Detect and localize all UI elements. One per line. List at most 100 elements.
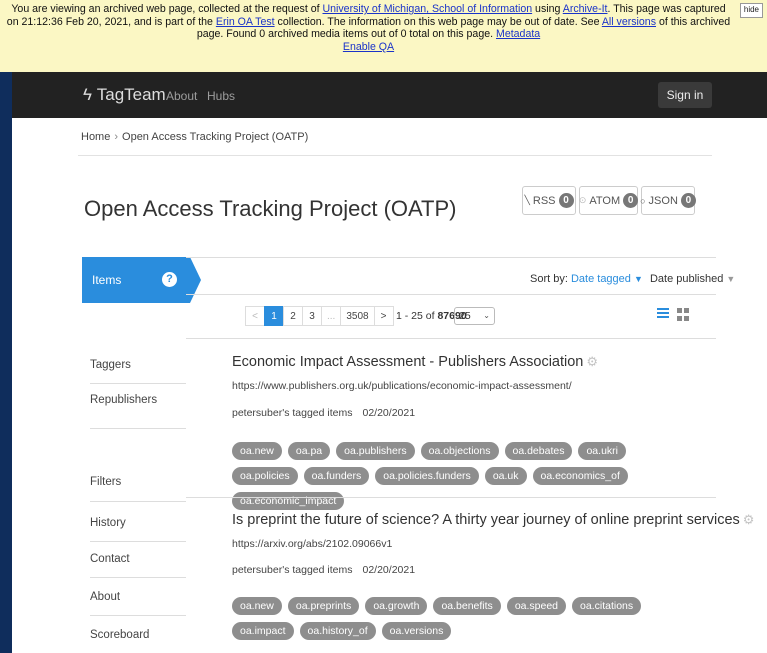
metadata-link[interactable]: Metadata	[496, 28, 540, 40]
enable-qa-link[interactable]: Enable QA	[343, 41, 394, 53]
navbar: ϟ TagTeam About Hubs Sign in	[12, 72, 767, 118]
archive-it-link[interactable]: Archive-It	[563, 3, 608, 15]
sidebar-item-contact[interactable]: Contact	[90, 553, 130, 565]
tag[interactable]: oa.growth	[365, 597, 428, 615]
tag[interactable]: oa.economic_impact	[232, 492, 345, 510]
item-meta: petersuber's tagged items 02/20/2021	[232, 407, 415, 419]
hide-button[interactable]: hide	[739, 3, 763, 18]
item-url[interactable]: https://www.publishers.org.uk/publicatio…	[232, 380, 572, 392]
banner-text-1: You are viewing an archived web page, co…	[11, 3, 323, 15]
pagination-prev[interactable]: <	[245, 306, 265, 326]
gear-icon[interactable]: ⚙	[586, 354, 598, 369]
bolt-icon: ϟ	[83, 85, 92, 104]
tag[interactable]: oa.versions	[381, 622, 452, 640]
breadcrumb-home[interactable]: Home	[81, 131, 110, 143]
grid-view-icon[interactable]	[677, 308, 690, 321]
pagination-next[interactable]: >	[373, 306, 394, 326]
item-divider	[186, 497, 716, 498]
tag[interactable]: oa.pa	[287, 442, 331, 460]
result-range: 1 - 25	[396, 310, 423, 322]
rss-button[interactable]: ╲ RSS 0	[522, 186, 576, 215]
sort-divider	[186, 294, 716, 295]
list-view-icon[interactable]	[657, 308, 669, 322]
page-title: Open Access Tracking Project (OATP)	[84, 196, 457, 221]
sort-label: Sort by:	[530, 273, 568, 285]
rss-label: RSS	[532, 194, 556, 207]
sidebar-divider	[90, 428, 186, 429]
atom-label: ATOM	[589, 194, 621, 207]
tag[interactable]: oa.funders	[303, 467, 370, 485]
nav-hubs-link[interactable]: Hubs	[207, 89, 235, 103]
tag[interactable]: oa.objections	[420, 442, 499, 460]
tag-list: oa.new oa.preprints oa.growth oa.benefit…	[232, 597, 672, 640]
sidebar-item-scoreboard[interactable]: Scoreboard	[90, 629, 149, 641]
tag[interactable]: oa.economics_of	[532, 467, 628, 485]
collection-link[interactable]: Erin OA Test	[216, 16, 275, 28]
pagination-ellipsis: ...	[321, 306, 342, 326]
sidebar-item-about[interactable]: About	[90, 591, 120, 603]
pagination-page[interactable]: 2	[283, 306, 303, 326]
tag[interactable]: oa.ukri	[578, 442, 626, 460]
tag[interactable]: oa.policies.funders	[375, 467, 479, 485]
brand[interactable]: ϟ TagTeam	[83, 85, 166, 105]
json-button[interactable]: ○ JSON 0	[640, 186, 696, 215]
help-icon[interactable]: ?	[162, 272, 177, 287]
item-title-text[interactable]: Economic Impact Assessment - Publishers …	[232, 354, 583, 370]
item-date: 02/20/2021	[362, 407, 416, 419]
item-title[interactable]: Is preprint the future of science? A thi…	[232, 512, 754, 528]
pagination-page[interactable]: 3	[302, 306, 322, 326]
item-title[interactable]: Economic Impact Assessment - Publishers …	[232, 354, 598, 370]
sidebar-divider	[90, 615, 186, 616]
tag[interactable]: oa.publishers	[336, 442, 415, 460]
banner-text-4: collection. The information on this web …	[274, 15, 602, 28]
sidebar-divider	[90, 577, 186, 578]
tag[interactable]: oa.preprints	[287, 597, 360, 615]
sidebar-item-filters[interactable]: Filters	[90, 476, 121, 488]
caret-down-icon: ▼	[633, 274, 643, 284]
sidebar-item-republishers[interactable]: Republishers	[90, 394, 157, 406]
org-link[interactable]: University of Michigan, School of Inform…	[322, 3, 532, 15]
item-tagger[interactable]: petersuber's tagged items	[232, 407, 353, 419]
item-title-text[interactable]: Is preprint the future of science? A thi…	[232, 512, 740, 528]
divider	[78, 155, 712, 156]
tag[interactable]: oa.impact	[232, 622, 294, 640]
json-label: JSON	[648, 194, 678, 207]
json-icon: ○	[640, 195, 646, 206]
per-page-select[interactable]: 25 ⌄	[454, 307, 495, 325]
tag[interactable]: oa.policies	[232, 467, 298, 485]
tag[interactable]: oa.new	[232, 597, 282, 615]
items-tab-arrow	[190, 257, 201, 303]
sort-controls: Sort by: Date tagged ▼ Date published ▼	[530, 273, 735, 285]
tag[interactable]: oa.benefits	[433, 597, 501, 615]
all-versions-link[interactable]: All versions	[602, 16, 656, 28]
content-top-border	[186, 257, 716, 258]
nav-about-link[interactable]: About	[166, 89, 197, 103]
item-url[interactable]: https://arxiv.org/abs/2102.09066v1	[232, 538, 392, 550]
sort-date-published[interactable]: Date published	[650, 273, 723, 285]
tag[interactable]: oa.new	[232, 442, 282, 460]
chevron-down-icon: ⌄	[483, 311, 490, 320]
sidebar-item-history[interactable]: History	[90, 517, 126, 529]
per-page-value: 25	[459, 310, 471, 322]
tag[interactable]: oa.uk	[484, 467, 527, 485]
tag[interactable]: oa.debates	[504, 442, 573, 460]
pagination-page[interactable]: 3508	[340, 306, 375, 326]
json-count-badge: 0	[680, 193, 696, 208]
tag-list: oa.new oa.pa oa.publishers oa.objections…	[232, 442, 672, 510]
sidebar-item-taggers[interactable]: Taggers	[90, 359, 131, 371]
tag[interactable]: oa.speed	[506, 597, 567, 615]
pager-divider	[186, 338, 716, 339]
pagination: < 1 2 3 ... 3508 >	[245, 306, 394, 326]
pagination-page[interactable]: 1	[264, 306, 284, 326]
item-tagger[interactable]: petersuber's tagged items	[232, 564, 353, 576]
sign-in-button[interactable]: Sign in	[658, 82, 712, 108]
archive-banner: You are viewing an archived web page, co…	[0, 0, 767, 72]
atom-button[interactable]: ⊙ ATOM 0	[579, 186, 639, 215]
gear-icon[interactable]: ⚙	[743, 512, 755, 527]
sort-date-tagged[interactable]: Date tagged	[571, 273, 631, 285]
tag[interactable]: oa.citations	[572, 597, 642, 615]
sidebar-divider	[90, 383, 186, 384]
breadcrumb-current: Open Access Tracking Project (OATP)	[122, 131, 309, 143]
item-meta: petersuber's tagged items 02/20/2021	[232, 564, 415, 576]
tag[interactable]: oa.history_of	[299, 622, 376, 640]
